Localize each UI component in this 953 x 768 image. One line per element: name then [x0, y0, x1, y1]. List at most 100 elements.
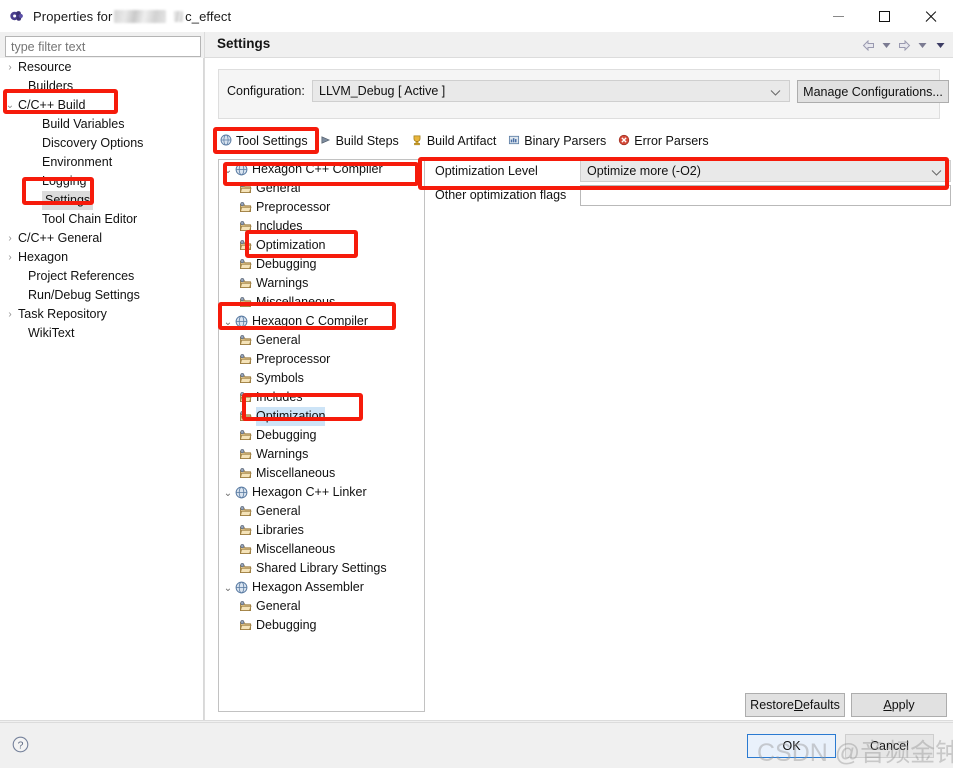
back-arrow-icon[interactable] — [861, 37, 875, 53]
back-dropdown-icon[interactable] — [879, 37, 893, 53]
twisty-expanded-icon[interactable]: ⌄ — [221, 579, 235, 598]
sidebar-item-c-c-build[interactable]: ⌄ C/C++ Build — [0, 96, 204, 115]
tool-tree-item-miscellaneous[interactable]: Miscellaneous — [219, 464, 424, 483]
forward-dropdown-icon[interactable] — [915, 37, 929, 53]
option-icon — [239, 619, 256, 638]
settings-pane: Settings Configuration: LLVM_Debug [ Act… — [205, 32, 953, 720]
tool-tree-item-hexagon-cpp-compiler[interactable]: ⌄ Hexagon C++ Compiler — [219, 160, 424, 179]
tab-tool-settings[interactable]: Tool Settings — [215, 130, 315, 152]
tool-tree-item-hexagon-cpp-linker[interactable]: ⌄ Hexagon C++ Linker — [219, 483, 424, 502]
twisty-collapsed-icon[interactable]: › — [2, 248, 18, 267]
tab-label: Error Parsers — [634, 134, 709, 148]
tool-tree-item-general[interactable]: General — [219, 502, 424, 521]
sidebar-item-hexagon[interactable]: › Hexagon — [0, 248, 204, 267]
twisty-collapsed-icon[interactable]: › — [2, 229, 18, 248]
filter-input[interactable] — [5, 36, 201, 57]
sidebar-item-c-c-general[interactable]: › C/C++ General — [0, 229, 204, 248]
tool-tree-item-general[interactable]: General — [219, 331, 424, 350]
tool-tree-item-hexagon-c-compiler[interactable]: ⌄ Hexagon C Compiler — [219, 312, 424, 331]
tool-tree-item-preprocessor[interactable]: Preprocessor — [219, 198, 424, 217]
tool-tree-item-optimization[interactable]: Optimization — [219, 407, 424, 426]
tab-build-artifact[interactable]: Build Artifact — [406, 130, 503, 152]
tool-tree-item-label: Miscellaneous — [256, 295, 336, 309]
optimization-level-value: Optimize more (-O2) — [587, 164, 701, 178]
twisty-collapsed-icon[interactable]: › — [2, 58, 18, 77]
twisty-expanded-icon[interactable]: ⌄ — [221, 161, 235, 180]
sidebar-item-discovery-options[interactable]: Discovery Options — [0, 134, 204, 153]
other-optimization-flags-input[interactable] — [580, 184, 951, 206]
tool-tree-item-debugging[interactable]: Debugging — [219, 255, 424, 274]
view-menu-icon[interactable] — [933, 37, 947, 53]
tool-tree-item-optimization[interactable]: Optimization — [219, 236, 424, 255]
page-title: Settings — [217, 36, 271, 51]
help-icon[interactable]: ? — [12, 736, 29, 756]
tool-settings-tree[interactable]: ⌄ Hexagon C++ Compiler General Preprocessor… — [218, 159, 425, 712]
other-optimization-flags-row: Other optimization flags — [433, 183, 951, 207]
sidebar-item-label: Resource — [18, 60, 72, 74]
sidebar-item-build-variables[interactable]: Build Variables — [0, 115, 204, 134]
title-bar: Properties for c_effect — [0, 0, 953, 32]
tool-tree-item-miscellaneous[interactable]: Miscellaneous — [219, 293, 424, 312]
tool-tree-item-debugging[interactable]: Debugging — [219, 426, 424, 445]
tab-binary-parsers[interactable]: Binary Parsers — [503, 130, 613, 152]
tool-tree-item-label: Hexagon Assembler — [252, 580, 364, 594]
tool-tree-item-warnings[interactable]: Warnings — [219, 445, 424, 464]
ok-button[interactable]: OK — [747, 734, 836, 758]
sidebar-item-resource[interactable]: › Resource — [0, 58, 204, 77]
sidebar-item-project-references[interactable]: Project References — [0, 267, 204, 286]
navigation-tree[interactable]: › Resource Builders ⌄ C/C++ Build Build Varia… — [0, 58, 204, 720]
settings-tabs[interactable]: Tool Settings Build Steps Build Artifact Bi… — [215, 130, 950, 152]
forward-arrow-icon[interactable] — [897, 37, 911, 53]
close-button[interactable] — [907, 0, 953, 32]
sidebar-item-run-debug-settings[interactable]: Run/Debug Settings — [0, 286, 204, 305]
optimization-level-combo[interactable]: Optimize more (-O2) — [580, 160, 951, 182]
configuration-group: Configuration: LLVM_Debug [ Active ] Man… — [218, 69, 949, 119]
tool-tree-item-debugging[interactable]: Debugging — [219, 616, 424, 635]
sidebar-item-label: C/C++ Build — [18, 98, 86, 112]
page-header-toolbar — [861, 37, 947, 53]
tool-tree-item-includes[interactable]: Includes — [219, 217, 424, 236]
configuration-combo[interactable]: LLVM_Debug [ Active ] — [312, 80, 790, 102]
sidebar-item-tool-chain-editor[interactable]: Tool Chain Editor — [0, 210, 204, 229]
tool-tree-item-general[interactable]: General — [219, 597, 424, 616]
twisty-expanded-icon[interactable]: ⌄ — [221, 484, 235, 503]
sidebar-item-logging[interactable]: Logging — [0, 172, 204, 191]
apply-button[interactable]: Apply — [851, 693, 947, 717]
redacted-icon — [174, 10, 184, 22]
close-icon — [924, 10, 937, 23]
sidebar-item-label: Hexagon — [18, 250, 69, 264]
tool-tree-item-shared-library-settings[interactable]: Shared Library Settings — [219, 559, 424, 578]
tool-tree-item-label: Debugging — [256, 257, 317, 271]
sidebar-item-wikitext[interactable]: WikiText — [0, 324, 204, 343]
apply-mnemonic: A — [883, 698, 892, 712]
apply-label-post: pply — [891, 698, 915, 712]
minimize-button[interactable] — [815, 0, 861, 32]
maximize-button[interactable] — [861, 0, 907, 32]
restore-defaults-mnemonic: D — [793, 698, 803, 712]
manage-configurations-button[interactable]: Manage Configurations... — [797, 80, 949, 103]
restore-defaults-button[interactable]: Restore Defaults — [745, 693, 845, 717]
tool-tree-item-preprocessor[interactable]: Preprocessor — [219, 350, 424, 369]
tool-tree-item-general[interactable]: General — [219, 179, 424, 198]
twisty-expanded-icon[interactable]: ⌄ — [221, 313, 235, 332]
tool-tree-item-libraries[interactable]: Libraries — [219, 521, 424, 540]
sidebar-item-environment[interactable]: Environment — [0, 153, 204, 172]
tool-tree-item-label: Preprocessor — [256, 352, 331, 366]
tool-tree-item-label: General — [256, 181, 301, 195]
tool-tree-item-label: General — [256, 333, 301, 347]
tool-tree-item-includes[interactable]: Includes — [219, 388, 424, 407]
tab-error-parsers[interactable]: Error Parsers — [613, 130, 715, 152]
sidebar-item-builders[interactable]: Builders — [0, 77, 204, 96]
cancel-button[interactable]: Cancel — [845, 734, 934, 758]
tool-tree-item-symbols[interactable]: Symbols — [219, 369, 424, 388]
tool-tree-item-hexagon-assembler[interactable]: ⌄ Hexagon Assembler — [219, 578, 424, 597]
twisty-collapsed-icon[interactable]: › — [2, 305, 18, 324]
tool-tree-item-warnings[interactable]: Warnings — [219, 274, 424, 293]
sidebar-item-settings[interactable]: Settings — [0, 191, 204, 210]
tool-tree-item-miscellaneous[interactable]: Miscellaneous — [219, 540, 424, 559]
sidebar-item-label: Logging — [42, 174, 87, 188]
sidebar-item-task-repository[interactable]: › Task Repository — [0, 305, 204, 324]
eclipse-properties-icon — [9, 8, 25, 24]
twisty-expanded-icon[interactable]: ⌄ — [2, 96, 18, 115]
tab-build-steps[interactable]: Build Steps — [315, 130, 406, 152]
